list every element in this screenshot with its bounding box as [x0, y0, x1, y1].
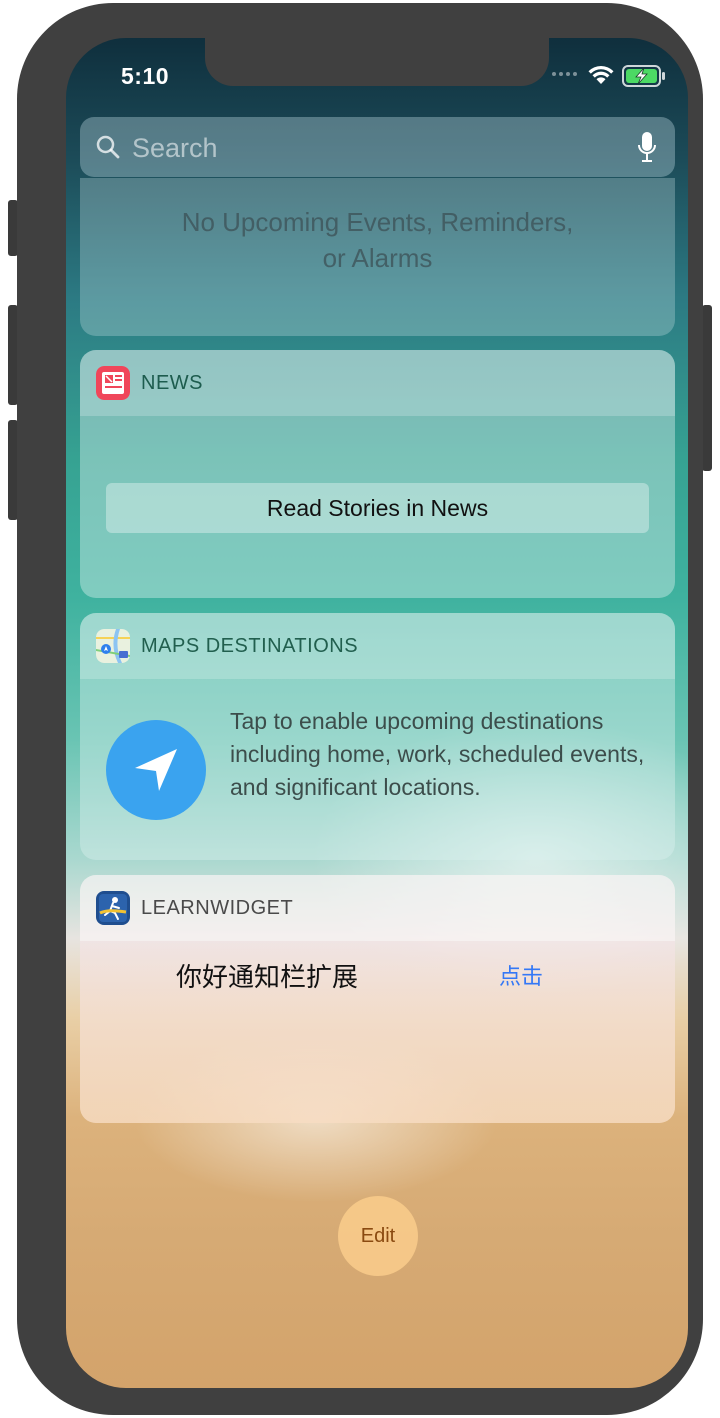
cellular-signal-icon: [552, 72, 577, 76]
edit-button[interactable]: Edit: [338, 1196, 418, 1276]
maps-destinations-widget: MAPS DESTINATIONS Tap to enable upcoming…: [80, 613, 675, 860]
no-upcoming-message: No Upcoming Events, Reminders, or Alarms: [181, 207, 574, 273]
search-icon: [96, 135, 120, 159]
battery-charging-icon: [622, 65, 665, 87]
maps-widget-title: MAPS DESTINATIONS: [141, 635, 359, 657]
maps-widget-header[interactable]: MAPS DESTINATIONS: [80, 613, 675, 679]
wifi-icon: [588, 65, 614, 84]
learnwidget-header[interactable]: LEARNWIDGET: [80, 875, 675, 941]
location-arrow-icon: [135, 749, 177, 791]
power-button[interactable]: [702, 305, 712, 471]
search-input[interactable]: [130, 129, 614, 167]
location-arrow-button[interactable]: [106, 720, 206, 820]
learnwidget-widget: LEARNWIDGET 你好通知栏扩展 点击: [80, 875, 675, 1123]
maps-enable-description[interactable]: Tap to enable upcoming destinations incl…: [230, 705, 650, 804]
notch: [205, 38, 549, 86]
read-stories-button[interactable]: Read Stories in News: [106, 483, 649, 533]
microphone-icon[interactable]: [637, 131, 657, 163]
learnwidget-body: [80, 941, 675, 1123]
learnwidget-title: LEARNWIDGET: [141, 897, 294, 919]
up-next-widget: No Upcoming Events, Reminders, or Alarms: [80, 178, 675, 336]
news-widget-header[interactable]: NEWS: [80, 350, 675, 416]
maps-app-icon: [96, 629, 130, 663]
learnwidget-tap-link[interactable]: 点击: [499, 959, 543, 991]
phone-frame: 5:10 Search No Upcoming Events, Reminder…: [17, 3, 703, 1415]
today-view-screen: 5:10 Search No Upcoming Events, Reminder…: [66, 38, 688, 1388]
news-widget-title: NEWS: [141, 372, 203, 394]
learnwidget-app-icon: [96, 891, 130, 925]
news-app-icon: [96, 366, 130, 400]
status-time: 5:10: [121, 63, 170, 89]
news-widget: NEWS Read Stories in News: [80, 350, 675, 598]
search-bar[interactable]: [80, 117, 675, 177]
learnwidget-label: 你好通知栏扩展: [176, 963, 359, 993]
